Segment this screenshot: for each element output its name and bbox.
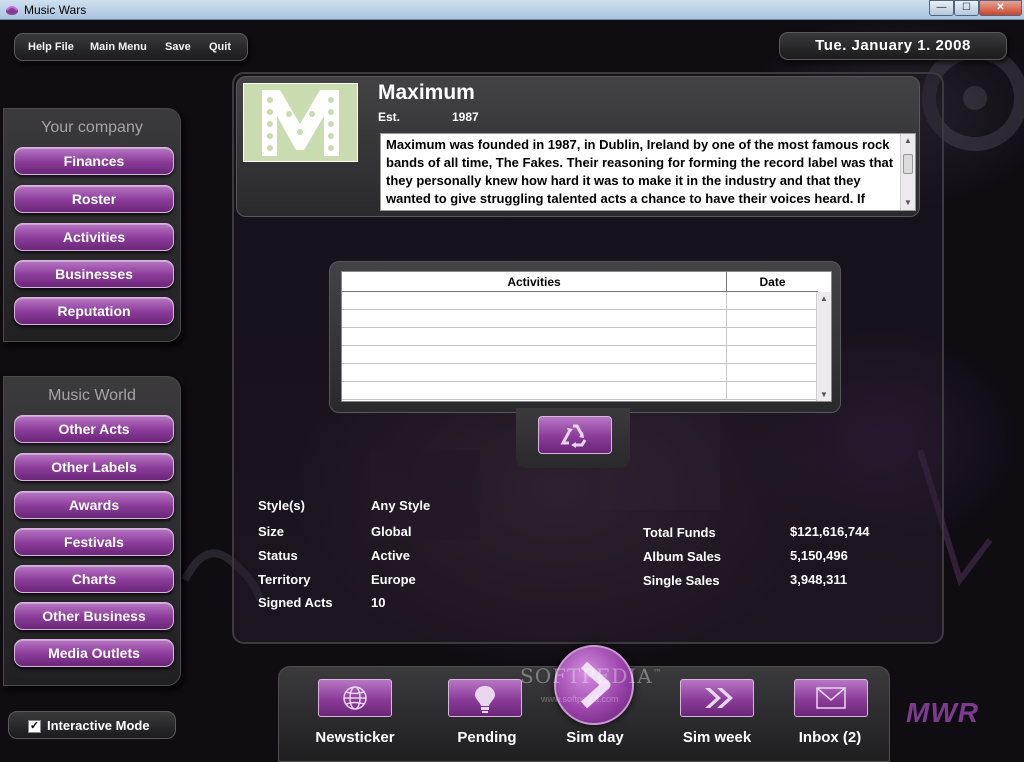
table-row[interactable] <box>342 346 818 364</box>
scroll-down-arrow-icon[interactable]: ▼ <box>901 196 915 210</box>
other-acts-button[interactable]: Other Acts <box>14 415 174 443</box>
album-sales-value: 5,150,496 <box>790 548 848 563</box>
activities-scrollbar[interactable]: ▲ ▼ <box>816 292 831 401</box>
music-world-heading: Music World <box>48 387 136 404</box>
territory-value: Europe <box>371 572 416 587</box>
your-company-panel: Your company Finances Roster Activities … <box>3 108 181 342</box>
watermark-tm: ™ <box>652 668 663 679</box>
roster-button[interactable]: Roster <box>14 185 174 213</box>
watermark-text: SOFTPEDIA <box>520 664 653 688</box>
scroll-thumb[interactable] <box>903 154 913 174</box>
size-value: Global <box>371 524 412 539</box>
territory-label: Territory <box>258 572 311 587</box>
scroll-up-arrow-icon[interactable]: ▲ <box>817 292 831 306</box>
activities-column-header[interactable]: Activities <box>342 275 726 289</box>
recycle-button[interactable] <box>538 416 612 454</box>
total-funds-value: $121,616,744 <box>790 524 870 539</box>
activities-button[interactable]: Activities <box>14 223 174 251</box>
inbox-label: Inbox (2) <box>798 729 862 746</box>
close-button[interactable]: ✕ <box>979 0 1022 16</box>
company-name: Maximum <box>378 81 475 104</box>
charts-button[interactable]: Charts <box>14 565 174 593</box>
menu-save[interactable]: Save <box>165 41 191 53</box>
softpedia-url: www.softpedia.com <box>541 694 619 704</box>
double-chevron-icon <box>705 688 733 708</box>
menu-main-menu[interactable]: Main Menu <box>90 41 147 53</box>
company-card: Maximum Est. 1987 Maximum was founded in… <box>236 76 920 217</box>
businesses-button[interactable]: Businesses <box>14 260 174 288</box>
pending-button[interactable] <box>448 679 522 717</box>
pending-label: Pending <box>457 729 517 746</box>
style-value: Any Style <box>371 498 431 513</box>
table-row[interactable] <box>342 382 818 400</box>
activities-table: Activities Date ▲ ▼ <box>341 271 832 402</box>
menu-help-file[interactable]: Help File <box>28 41 74 53</box>
interactive-mode-checkbox[interactable]: ✓ <box>28 720 41 733</box>
top-menu: Help File Main Menu Save Quit <box>14 33 248 61</box>
total-funds-label: Total Funds <box>643 525 716 540</box>
media-outlets-button[interactable]: Media Outlets <box>14 639 174 667</box>
envelope-icon <box>816 687 846 709</box>
other-labels-button[interactable]: Other Labels <box>14 453 174 481</box>
style-label: Style(s) <box>258 498 305 513</box>
table-row[interactable] <box>342 292 818 310</box>
newsticker-label: Newsticker <box>315 729 395 746</box>
sim-day-label: Sim day <box>566 729 624 746</box>
window-titlebar: Music Wars — ☐ ✕ <box>0 0 1024 20</box>
finances-button[interactable]: Finances <box>14 147 174 175</box>
minimize-button[interactable]: — <box>929 0 954 16</box>
single-sales-label: Single Sales <box>643 573 720 588</box>
window-title: Music Wars <box>24 3 87 17</box>
lightbulb-icon <box>475 686 495 713</box>
company-logo <box>243 83 358 162</box>
maximize-button[interactable]: ☐ <box>954 0 979 16</box>
company-logo-m-icon <box>244 84 357 161</box>
established-label: Est. <box>378 110 401 124</box>
status-label: Status <box>258 548 298 563</box>
size-label: Size <box>258 524 285 539</box>
reputation-button[interactable]: Reputation <box>14 297 174 325</box>
globe-icon <box>343 686 367 710</box>
recycle-icon <box>560 424 587 448</box>
your-company-heading: Your company <box>41 119 143 136</box>
established-year: 1987 <box>452 110 479 124</box>
menu-quit[interactable]: Quit <box>209 41 231 53</box>
newsticker-button[interactable] <box>318 679 392 717</box>
interactive-mode-toggle[interactable]: ✓ Interactive Mode <box>8 711 176 739</box>
awards-button[interactable]: Awards <box>14 491 174 519</box>
company-description: Maximum was founded in 1987, in Dublin, … <box>386 137 894 210</box>
company-description-box[interactable]: Maximum was founded in 1987, in Dublin, … <box>380 133 916 211</box>
music-world-panel: Music World Other Acts Other Labels Awar… <box>3 376 181 686</box>
single-sales-value: 3,948,311 <box>790 572 848 587</box>
mwr-logo: MWR <box>906 697 979 728</box>
current-date: Tue. January 1. 2008 <box>779 32 1007 60</box>
table-row[interactable] <box>342 328 818 346</box>
interactive-mode-label: Interactive Mode <box>47 718 150 733</box>
scroll-down-arrow-icon[interactable]: ▼ <box>817 388 831 401</box>
status-value: Active <box>371 548 411 563</box>
softpedia-watermark: SOFTPEDIA™ <box>520 664 663 688</box>
inbox-button[interactable] <box>794 679 868 717</box>
other-business-button[interactable]: Other Business <box>14 602 174 630</box>
description-scrollbar[interactable]: ▲ ▼ <box>900 134 915 210</box>
sim-week-label: Sim week <box>682 729 752 746</box>
activities-panel: Activities Date ▲ ▼ <box>329 261 841 413</box>
activities-table-header: Activities Date <box>342 272 818 292</box>
table-row[interactable] <box>342 364 818 382</box>
date-column-header[interactable]: Date <box>726 272 818 292</box>
table-row[interactable] <box>342 310 818 328</box>
festivals-button[interactable]: Festivals <box>14 528 174 556</box>
scroll-up-arrow-icon[interactable]: ▲ <box>901 134 915 148</box>
signed-acts-label: Signed Acts <box>258 595 333 610</box>
signed-acts-value: 10 <box>371 595 386 610</box>
sim-week-button[interactable] <box>680 679 754 717</box>
album-sales-label: Album Sales <box>643 549 722 564</box>
app-icon <box>6 6 18 15</box>
